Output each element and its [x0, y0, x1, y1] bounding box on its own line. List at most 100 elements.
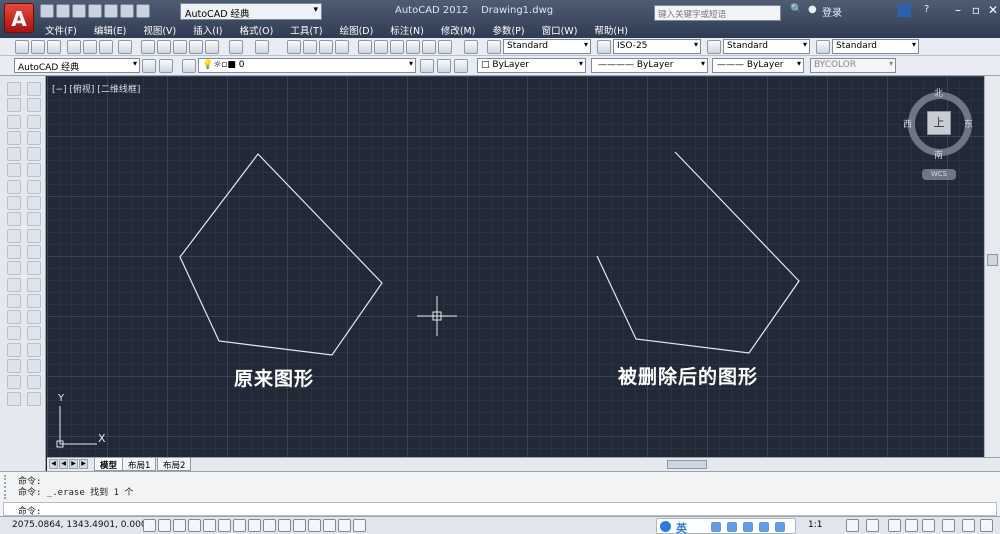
properties-icon[interactable]: [358, 40, 372, 54]
menu-tools[interactable]: 工具(T): [290, 22, 322, 37]
hatch-icon[interactable]: [7, 310, 21, 325]
paste-icon[interactable]: [173, 40, 187, 54]
clean-screen-icon[interactable]: [980, 519, 993, 532]
insert-block-icon[interactable]: [7, 261, 21, 276]
tab-layout1[interactable]: 布局1: [122, 458, 157, 471]
transparency-icon[interactable]: [308, 519, 321, 532]
drawing-canvas[interactable]: [−] [俯视] [二维线框] Y X 原来图形 被删除后的图形: [47, 76, 984, 457]
layer-state-icon[interactable]: [454, 59, 468, 73]
vertical-scrollbar[interactable]: [984, 76, 1000, 457]
tab-model[interactable]: 模型: [94, 458, 124, 471]
ime-keyboard-icon[interactable]: [727, 522, 737, 532]
selection-cycling-icon[interactable]: [338, 519, 351, 532]
command-input[interactable]: 命令:: [3, 502, 997, 517]
quick-properties-icon[interactable]: [323, 519, 336, 532]
print-icon[interactable]: [67, 40, 81, 54]
ime-toolbox-icon[interactable]: [743, 522, 753, 532]
menu-insert[interactable]: 插入(I): [193, 22, 222, 37]
3d-print-icon[interactable]: [118, 40, 132, 54]
ime-settings-icon[interactable]: [775, 522, 785, 532]
pan-icon[interactable]: [287, 40, 301, 54]
copy-icon[interactable]: [157, 40, 171, 54]
menu-window[interactable]: 窗口(W): [542, 22, 578, 37]
binoculars-icon[interactable]: 🔍: [790, 4, 802, 15]
help-icon[interactable]: ?: [924, 4, 929, 15]
help-icon[interactable]: [464, 40, 478, 54]
array-icon[interactable]: [27, 147, 41, 162]
save-as-icon[interactable]: [88, 4, 102, 18]
workspace-settings-icon[interactable]: [159, 59, 173, 73]
move-icon[interactable]: [27, 163, 41, 178]
make-current-layer-icon[interactable]: [420, 59, 434, 73]
join-icon[interactable]: [27, 293, 41, 308]
hardware-acceleration-icon[interactable]: [922, 519, 935, 532]
quickcalc-icon[interactable]: [438, 40, 452, 54]
object-snap-tracking-icon[interactable]: [248, 519, 261, 532]
menu-edit[interactable]: 编辑(E): [94, 22, 126, 37]
polyline-icon[interactable]: [7, 114, 21, 129]
close-icon[interactable]: ✕: [983, 3, 1000, 19]
copy-object-icon[interactable]: [27, 98, 41, 113]
coordinate-readout[interactable]: 2075.0864, 1343.4901, 0.0000: [12, 520, 152, 530]
ime-skin-icon[interactable]: [759, 522, 769, 532]
point-icon[interactable]: [7, 293, 21, 308]
zoom-previous-icon[interactable]: [335, 40, 349, 54]
horizontal-scroll-thumb[interactable]: [667, 460, 707, 469]
rotate-icon[interactable]: [27, 179, 41, 194]
arc-icon[interactable]: [7, 163, 21, 178]
compass-west[interactable]: 西: [903, 117, 912, 130]
table-style-select[interactable]: Standard ▾: [723, 39, 810, 54]
extend-icon[interactable]: [27, 244, 41, 259]
dim-style-select[interactable]: ISO-25 ▾: [613, 39, 701, 54]
menu-view[interactable]: 视图(V): [143, 22, 176, 37]
snap-mode-icon[interactable]: [158, 519, 171, 532]
explode-icon[interactable]: [27, 359, 41, 374]
fillet-icon[interactable]: [27, 326, 41, 341]
next-tab-icon[interactable]: ▶: [69, 459, 78, 469]
scale-icon[interactable]: [27, 196, 41, 211]
ime-language[interactable]: 英: [676, 520, 687, 534]
new-icon[interactable]: [40, 4, 54, 18]
annotation-scale[interactable]: 1:1: [808, 520, 822, 530]
publish-icon[interactable]: [99, 40, 113, 54]
open-icon[interactable]: [31, 40, 45, 54]
linetype-select[interactable]: ———— ByLayer ▾: [591, 58, 708, 73]
layer-properties-icon[interactable]: [182, 59, 196, 73]
grid-display-icon[interactable]: [173, 519, 186, 532]
zoom-window-icon[interactable]: [319, 40, 333, 54]
stretch-icon[interactable]: [27, 212, 41, 227]
original-polygon[interactable]: [179, 153, 383, 356]
login-link[interactable]: 登录: [822, 4, 842, 19]
preview-icon[interactable]: [83, 40, 97, 54]
polygon-icon[interactable]: [7, 130, 21, 145]
plotstyle-select[interactable]: BYCOLOR ▾: [810, 58, 896, 73]
isolate-objects-icon[interactable]: [942, 519, 955, 532]
undo-icon[interactable]: [120, 4, 134, 18]
gear-icon[interactable]: [142, 59, 156, 73]
workspace-toolbar-select[interactable]: AutoCAD 经典 ▾: [14, 58, 140, 73]
line-tool-icon[interactable]: [7, 82, 21, 96]
cut-icon[interactable]: [141, 40, 155, 54]
menu-parametric[interactable]: 参数(P): [492, 22, 524, 37]
mirror-icon[interactable]: [27, 114, 41, 129]
text-style-icon[interactable]: [487, 40, 501, 54]
infer-constraints-icon[interactable]: [143, 519, 156, 532]
offset-icon[interactable]: [27, 130, 41, 145]
save-icon[interactable]: [72, 4, 86, 18]
block-editor-icon[interactable]: [205, 40, 219, 54]
trim-icon[interactable]: [27, 228, 41, 243]
menu-help[interactable]: 帮助(H): [594, 22, 628, 37]
ortho-mode-icon[interactable]: [188, 519, 201, 532]
last-tab-icon[interactable]: ▶: [79, 459, 88, 469]
break-at-point-icon[interactable]: [27, 261, 41, 276]
dynamic-ucs-icon[interactable]: [263, 519, 276, 532]
ime-logo-icon[interactable]: [660, 521, 671, 532]
prev-tab-icon[interactable]: ◀: [59, 459, 68, 469]
first-tab-icon[interactable]: ◀: [49, 459, 58, 469]
compass-south[interactable]: 南: [934, 148, 943, 161]
menu-dimension[interactable]: 标注(N): [390, 22, 424, 37]
text-style-select[interactable]: Standard ▾: [503, 39, 591, 54]
sheet-set-icon[interactable]: [406, 40, 420, 54]
ellipse-arc-icon[interactable]: [7, 244, 21, 259]
color-select[interactable]: □ ByLayer ▾: [477, 58, 586, 73]
